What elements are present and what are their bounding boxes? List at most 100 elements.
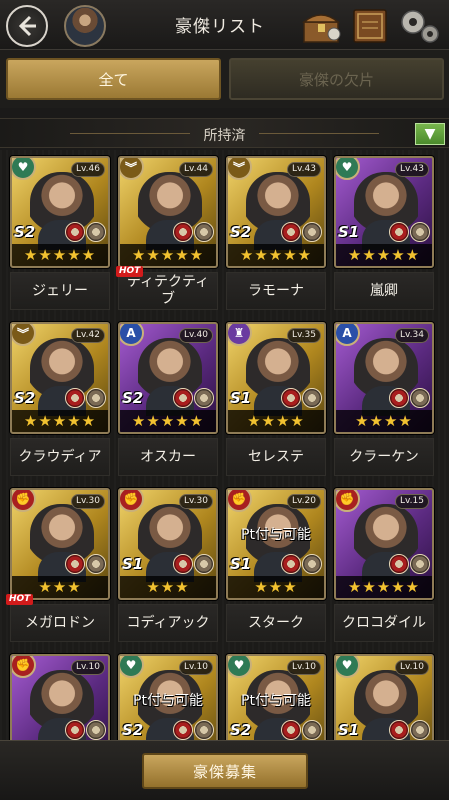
hero-grid: ♥ Lv.46 S2 ★★★★★ ジェリー ︾ Lv.44 ★★★★★ ティテクティブ HOT ︾ L… (0, 150, 449, 740)
hero-portrait-frame[interactable]: ✊ Lv.30 S1 ★★★ (118, 488, 218, 600)
hero-grade: S1 (230, 555, 252, 573)
hero-card[interactable]: ♥ Lv.10 Pt付与可能 S2 (226, 654, 330, 740)
hero-portrait-frame[interactable]: ✊ Lv.10 (10, 654, 110, 740)
hero-portrait-frame[interactable]: A Lv.40 S2 ★★★★★ (118, 322, 218, 434)
hero-name: オスカー (118, 438, 218, 476)
hero-card[interactable]: A Lv.40 S2 ★★★★★ オスカー (118, 322, 222, 482)
hero-card[interactable]: ✊ Lv.15 ★★★★★ クロコダイル (334, 488, 438, 648)
hero-stars: ★★★★★ (336, 244, 432, 266)
hero-name: 嵐卿 (334, 272, 434, 310)
hero-card[interactable]: ✊ Lv.30 S1 ★★★ コディアック (118, 488, 222, 648)
hero-grade: S2 (14, 389, 36, 407)
hero-portrait-frame[interactable]: ︾ Lv.44 ★★★★★ (118, 156, 218, 268)
skill-icon (194, 388, 214, 408)
skill-badges (173, 720, 214, 740)
skill-icon (173, 554, 193, 574)
role-icon: ♥ (228, 656, 252, 678)
skill-icon (389, 222, 409, 242)
back-button[interactable] (6, 5, 48, 47)
hero-level: Lv.44 (179, 162, 213, 177)
hero-card[interactable]: ︾ Lv.42 S2 ★★★★★ クラウディア (10, 322, 114, 482)
hero-portrait-frame[interactable]: ︾ Lv.42 S2 ★★★★★ (10, 322, 110, 434)
skill-badges (389, 720, 430, 740)
collapse-toggle-button[interactable]: ▼ (415, 123, 445, 145)
hero-stars: ★★★ (228, 576, 324, 598)
hero-portrait-frame[interactable]: ♥ Lv.43 S1 ★★★★★ (334, 156, 434, 268)
skill-icon (302, 388, 322, 408)
hero-portrait-frame[interactable]: ︾ Lv.43 S2 ★★★★★ (226, 156, 326, 268)
recruit-hero-button[interactable]: 豪傑募集 (142, 753, 308, 789)
hero-portrait-frame[interactable]: ✊ Lv.15 ★★★★★ (334, 488, 434, 600)
hero-grade: S1 (122, 555, 144, 573)
hero-grade: S2 (122, 389, 144, 407)
hero-level: Lv.43 (395, 162, 429, 177)
hero-card[interactable]: ♥ Lv.10 Pt付与可能 S2 (118, 654, 222, 740)
skill-badges (389, 554, 430, 574)
hero-card[interactable]: ♥ Lv.10 S1 (334, 654, 438, 740)
hero-stars: ★★★★ (336, 410, 432, 432)
hero-name: コディアック (118, 604, 218, 642)
hero-grade: S2 (230, 223, 252, 241)
hero-card[interactable]: ♥ Lv.43 S1 ★★★★★ 嵐卿 (334, 156, 438, 316)
hero-card[interactable]: A Lv.34 ★★★★ クラーケン (334, 322, 438, 482)
skill-badges (389, 222, 430, 242)
hero-portrait-frame[interactable]: ✊ Lv.20 Pt付与可能 S1 ★★★ (226, 488, 326, 600)
hero-portrait-frame[interactable]: A Lv.34 ★★★★ (334, 322, 434, 434)
hero-level: Lv.10 (287, 660, 321, 675)
book-icon[interactable] (348, 6, 392, 46)
pt-available-label: Pt付与可能 (241, 693, 311, 709)
top-bar: 豪傑リスト (0, 0, 449, 50)
hero-card[interactable]: ✊ Lv.20 Pt付与可能 S1 ★★★ スターク (226, 488, 330, 648)
skill-badges (173, 554, 214, 574)
treasure-chest-icon[interactable] (300, 6, 344, 46)
skill-icon (389, 554, 409, 574)
tab-all[interactable]: 全て (6, 58, 221, 100)
skill-badges (281, 720, 322, 740)
role-icon: A (120, 324, 144, 346)
tab-hero-fragments[interactable]: 豪傑の欠片 (229, 58, 444, 100)
skill-badges (65, 720, 106, 740)
skill-badges (65, 222, 106, 242)
skill-icon (86, 554, 106, 574)
role-icon: ♥ (336, 158, 360, 180)
hero-card[interactable]: ︾ Lv.44 ★★★★★ ティテクティブ HOT (116, 156, 222, 316)
skill-icon (65, 222, 85, 242)
hero-level: Lv.30 (179, 494, 213, 509)
hero-portrait-frame[interactable]: ✊ Lv.30 ★★★ (10, 488, 110, 600)
hero-name: クラウディア (10, 438, 110, 476)
hero-stars: ★★★★★ (228, 244, 324, 266)
hero-level: Lv.10 (395, 660, 429, 675)
hero-grade: S2 (230, 721, 252, 739)
skill-icon (410, 554, 430, 574)
player-avatar[interactable] (64, 5, 106, 47)
skill-badges (281, 222, 322, 242)
hero-portrait-frame[interactable]: ♜ Lv.35 S1 ★★★★ (226, 322, 326, 434)
hero-level: Lv.35 (287, 328, 321, 343)
skill-icon (410, 720, 430, 740)
hero-level: Lv.20 (287, 494, 321, 509)
hero-name: ラモーナ (226, 272, 326, 310)
hero-card[interactable]: ✊ Lv.10 (10, 654, 114, 740)
hero-portrait-frame[interactable]: ♥ Lv.46 S2 ★★★★★ (10, 156, 110, 268)
triangle-down-icon: ▼ (424, 126, 436, 142)
gear-icon[interactable] (396, 6, 442, 46)
hero-name: スターク (226, 604, 326, 642)
hero-portrait-frame[interactable]: ♥ Lv.10 Pt付与可能 S2 (118, 654, 218, 740)
hot-badge: HOT (116, 266, 144, 277)
skill-badges (173, 222, 214, 242)
hero-portrait-frame[interactable]: ♥ Lv.10 S1 (334, 654, 434, 740)
role-icon: ✊ (228, 490, 252, 512)
skill-icon (65, 554, 85, 574)
skill-icon (281, 388, 301, 408)
owned-section-header: 所持済 ▼ (0, 118, 449, 148)
hero-card[interactable]: ✊ Lv.30 ★★★ メガロドン HOT (6, 488, 114, 648)
hero-grade: S2 (14, 223, 36, 241)
hero-card[interactable]: ♥ Lv.46 S2 ★★★★★ ジェリー (10, 156, 114, 316)
hero-portrait-frame[interactable]: ♥ Lv.10 Pt付与可能 S2 (226, 654, 326, 740)
pt-available-label: Pt付与可能 (241, 527, 311, 543)
role-icon: ︾ (228, 158, 252, 180)
hero-grade: S1 (338, 721, 360, 739)
hero-card[interactable]: ♜ Lv.35 S1 ★★★★ セレステ (226, 322, 330, 482)
skill-icon (173, 388, 193, 408)
hero-card[interactable]: ︾ Lv.43 S2 ★★★★★ ラモーナ (226, 156, 330, 316)
